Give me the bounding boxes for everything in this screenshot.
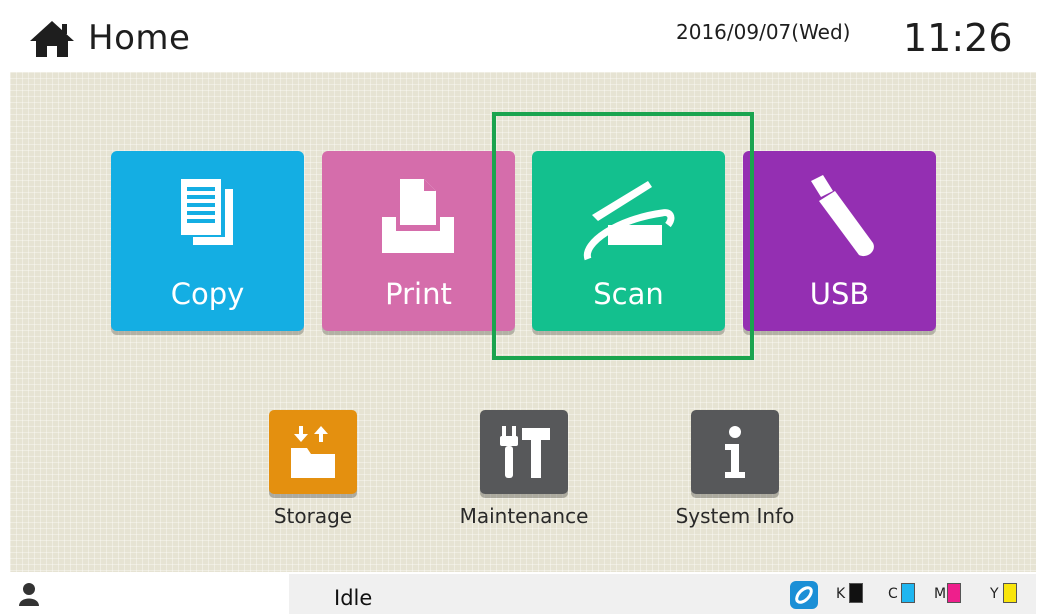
ink-k-label: K <box>836 586 846 602</box>
ink-y-bar <box>1003 583 1017 603</box>
page-title: Home <box>88 18 191 58</box>
print-icon <box>382 179 454 253</box>
ink-m-bar <box>947 583 961 603</box>
user-icon[interactable] <box>18 582 40 606</box>
storage-tile[interactable] <box>269 410 357 494</box>
system-info-label: System Info <box>675 504 795 528</box>
usb-label: USB <box>809 277 870 311</box>
print-label: Print <box>385 277 452 311</box>
status-bar: Idle K C M Y <box>0 574 1041 614</box>
date-display: 2016/09/07(Wed) <box>676 20 851 44</box>
scan-tile[interactable]: Scan <box>532 151 725 331</box>
maintenance-label: Maintenance <box>459 504 589 528</box>
ink-y-label: Y <box>990 586 999 602</box>
storage-label: Storage <box>273 504 353 528</box>
storage-folder-icon <box>291 426 335 478</box>
system-info-tile[interactable] <box>691 410 779 494</box>
ink-c-bar <box>901 583 915 603</box>
scan-icon <box>583 181 675 261</box>
usb-tile[interactable]: USB <box>743 151 936 331</box>
ink-m-label: M <box>934 586 947 602</box>
header-bar: Home 2016/09/07(Wed) 11:26 <box>10 0 1036 72</box>
link-icon[interactable] <box>790 581 818 609</box>
copy-label: Copy <box>170 277 245 311</box>
home-panel: Copy Print Scan USB Storage Maintenance … <box>10 72 1036 572</box>
print-tile[interactable]: Print <box>322 151 515 331</box>
copy-icon <box>181 179 233 245</box>
home-icon[interactable] <box>28 19 76 59</box>
maintenance-tile[interactable] <box>480 410 568 494</box>
ink-k-bar <box>849 583 863 603</box>
copy-tile[interactable]: Copy <box>111 151 304 331</box>
time-display: 11:26 <box>903 16 1013 60</box>
status-area <box>289 574 1036 614</box>
scan-label: Scan <box>593 277 664 311</box>
maintenance-tools-icon <box>500 426 550 478</box>
ink-c-label: C <box>888 586 898 602</box>
info-icon <box>725 426 745 478</box>
usb-icon <box>811 175 874 257</box>
status-text: Idle <box>334 586 373 610</box>
